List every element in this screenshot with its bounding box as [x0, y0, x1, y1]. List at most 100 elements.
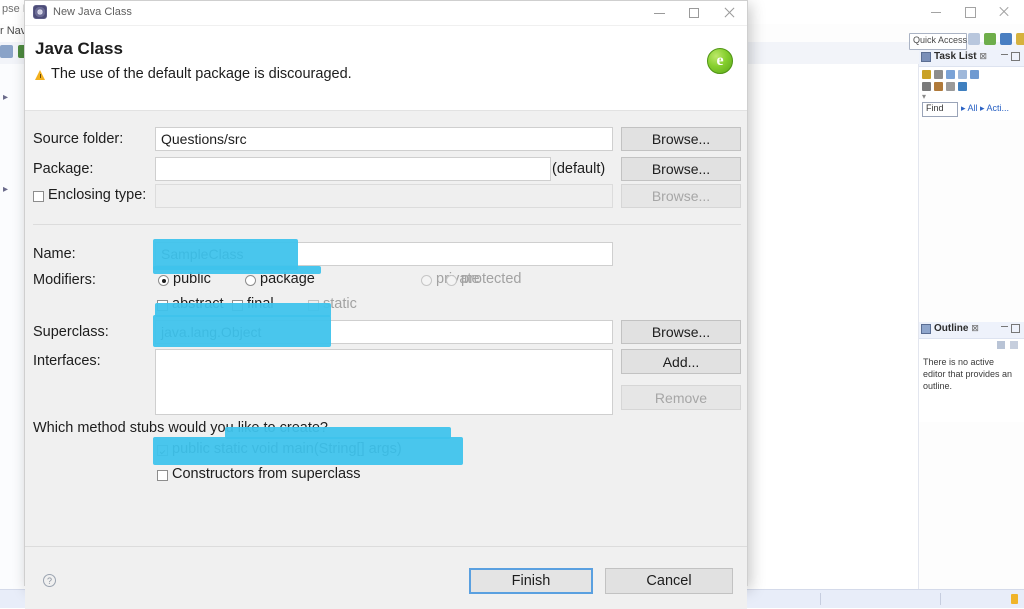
stub-checkbox-constructors[interactable]: [157, 470, 168, 481]
open-task-icon[interactable]: [934, 82, 943, 91]
workbench-window-controls[interactable]: [930, 0, 1020, 24]
warning-icon: [35, 70, 46, 80]
cancel-button[interactable]: Cancel: [605, 568, 733, 594]
new-java-class-dialog[interactable]: New Java Class Java Class The use of the…: [24, 0, 748, 586]
dialog-minimize-icon[interactable]: [642, 1, 677, 25]
help-icon[interactable]: ?: [43, 574, 56, 587]
dialog-close-icon[interactable]: [712, 1, 747, 25]
outline-toolbar[interactable]: [997, 341, 1018, 349]
dialog-banner: Java Class The use of the default packag…: [25, 26, 747, 111]
dialog-maximize-icon[interactable]: [677, 1, 712, 25]
enclosing-type-checkbox[interactable]: [33, 191, 44, 202]
task-list-tab[interactable]: Task List ☒: [921, 51, 987, 62]
modifier-radio-private: [421, 275, 432, 286]
interfaces-label: Interfaces:: [33, 353, 101, 369]
python-perspective-icon[interactable]: [1016, 33, 1024, 45]
view-menu-chevron-icon[interactable]: [1010, 341, 1018, 349]
dialog-titlebar[interactable]: New Java Class: [25, 1, 747, 26]
name-value: SampleClass: [161, 246, 243, 262]
modifier-label-package[interactable]: package: [260, 271, 315, 287]
outline-maximize-icon[interactable]: [1011, 324, 1020, 333]
dialog-title: New Java Class: [53, 6, 132, 18]
package-input[interactable]: [155, 157, 551, 181]
scheduled-view-icon[interactable]: [958, 70, 967, 79]
enclosing-type-browse-button: Browse...: [621, 184, 741, 208]
enclosing-type-input[interactable]: [155, 184, 613, 208]
modifier-label-public[interactable]: public: [173, 271, 211, 287]
dialog-window-controls[interactable]: [642, 1, 747, 25]
task-list-view[interactable]: Task List ☒ ▾ Find ▸ All ▸ Acti...: [919, 50, 1024, 120]
finish-button[interactable]: Finish: [469, 568, 593, 594]
task-list-tab-label: Task List: [934, 51, 977, 62]
name-input[interactable]: SampleClass: [155, 242, 613, 266]
modifier-checkbox-abstract[interactable]: [157, 300, 168, 311]
task-list-toolbar-row2[interactable]: [922, 82, 967, 91]
source-folder-input[interactable]: Questions/src: [155, 127, 613, 151]
superclass-value: java.lang.Object: [161, 324, 261, 340]
stub-label-constructors[interactable]: Constructors from superclass: [172, 466, 361, 482]
outline-icon: [921, 324, 931, 334]
method-stubs-question: Which method stubs would you like to cre…: [33, 420, 328, 436]
outline-view[interactable]: Outline ☒ There is no active editor that…: [919, 322, 1024, 422]
superclass-browse-button[interactable]: Browse...: [621, 320, 741, 344]
quick-access-input[interactable]: Quick Access: [909, 33, 967, 50]
modifier-radio-protected: [446, 275, 457, 286]
modifier-radio-public[interactable]: [158, 275, 169, 286]
task-list-toolbar-row1[interactable]: [922, 70, 979, 79]
task-find-input[interactable]: Find: [922, 102, 958, 117]
categorized-view-icon[interactable]: [946, 70, 955, 79]
eclipse-logo-icon: e: [707, 48, 733, 74]
task-list-minimize-icon[interactable]: [1001, 54, 1008, 55]
dialog-body: Source folder: Questions/src Browse... P…: [25, 111, 747, 546]
minimize-icon[interactable]: [930, 6, 942, 18]
section-divider-1: [33, 224, 741, 225]
outline-header[interactable]: Outline ☒: [919, 322, 1024, 339]
close-icon[interactable]: [998, 6, 1010, 18]
task-filter-links[interactable]: ▸ All ▸ Acti...: [961, 103, 1009, 114]
modifier-label-final[interactable]: final: [247, 296, 274, 312]
interfaces-add-button[interactable]: Add...: [621, 349, 741, 374]
debug-perspective-icon[interactable]: [984, 33, 996, 45]
view-menu-icon[interactable]: ▾: [922, 92, 926, 101]
superclass-input[interactable]: java.lang.Object: [155, 320, 613, 344]
source-folder-label: Source folder:: [33, 131, 123, 147]
task-list-header[interactable]: Task List ☒: [919, 50, 1024, 67]
restore-tasks-icon[interactable]: [958, 82, 967, 91]
package-browse-button[interactable]: Browse...: [621, 157, 741, 181]
task-list-maximize-icon[interactable]: [1011, 52, 1020, 61]
task-list-close-icon[interactable]: ☒: [980, 52, 987, 61]
modifier-checkbox-final[interactable]: [232, 300, 243, 311]
stub-label-main[interactable]: public static void main(String[] args): [172, 441, 402, 457]
modifier-label-abstract[interactable]: abstract: [172, 296, 224, 312]
modifiers-label: Modifiers:: [33, 272, 96, 288]
new-task-icon[interactable]: [922, 70, 931, 79]
perspective-switcher[interactable]: [968, 33, 1024, 45]
new-perspective-icon[interactable]: [968, 33, 980, 45]
menubar-label[interactable]: r Nav: [0, 25, 26, 37]
outline-minimize-icon[interactable]: [1001, 326, 1008, 327]
banner-message: The use of the default package is discou…: [51, 66, 352, 82]
java-class-wizard-icon: [33, 5, 47, 19]
maximize-icon[interactable]: [964, 6, 976, 18]
interfaces-list[interactable]: [155, 349, 613, 415]
modifier-radio-package[interactable]: [245, 275, 256, 286]
focus-on-workweek-icon[interactable]: [970, 70, 979, 79]
name-label: Name:: [33, 246, 76, 262]
outline-close-icon[interactable]: ☒: [971, 324, 978, 333]
eclipse-logo-glyph: e: [716, 53, 723, 69]
toolbar-icon-1[interactable]: [0, 45, 13, 58]
modifier-label-protected: protected: [461, 271, 521, 287]
package-default-suffix: (default): [552, 161, 605, 177]
stub-checkbox-main[interactable]: [157, 445, 168, 456]
outline-message: There is no active editor that provides …: [923, 356, 1018, 392]
quick-access-placeholder: Quick Access: [913, 35, 967, 45]
source-folder-browse-button[interactable]: Browse...: [621, 127, 741, 151]
superclass-label: Superclass:: [33, 324, 109, 340]
dropdown-arrow-icon[interactable]: [934, 70, 943, 79]
synchronize-icon[interactable]: [922, 82, 931, 91]
sort-icon[interactable]: [997, 341, 1005, 349]
task-find-label: Find: [926, 103, 944, 113]
java-perspective-icon[interactable]: [1000, 33, 1012, 45]
outline-tab[interactable]: Outline ☒: [921, 323, 979, 334]
collapse-all-icon[interactable]: [946, 82, 955, 91]
